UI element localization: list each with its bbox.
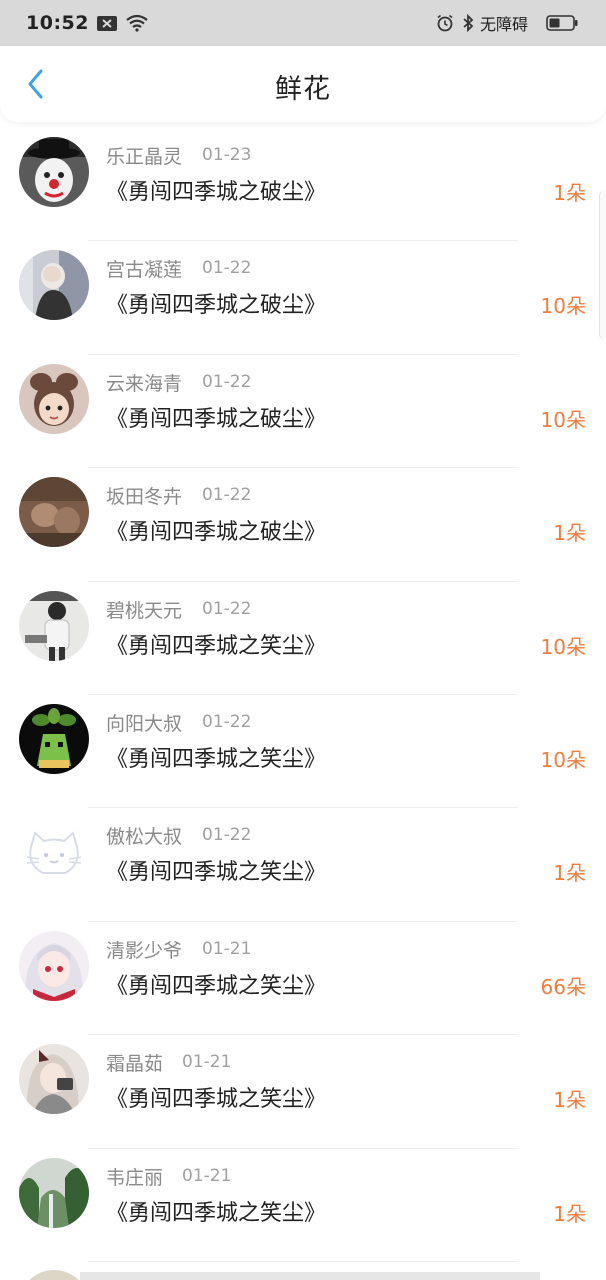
list-item[interactable]: 乐正晶灵 01-23 《勇闯四季城之破尘》 1朵: [0, 128, 606, 242]
flower-count: 10朵: [540, 634, 586, 659]
user-name: 霜晶茹: [106, 1053, 164, 1076]
flower-count: 1朵: [553, 1088, 586, 1113]
avatar[interactable]: [19, 1157, 89, 1228]
avatar[interactable]: [19, 477, 89, 548]
avatar[interactable]: [19, 1044, 89, 1115]
post-date: 01-22: [202, 485, 252, 506]
user-name: 碧桃天元: [106, 599, 183, 622]
flower-count: 1朵: [553, 181, 586, 205]
post-date: 01-23: [202, 145, 252, 165]
avatar[interactable]: [19, 137, 89, 207]
list-item[interactable]: 韦庄丽 01-21 《勇闯四季城之笑尘》 1朵: [0, 1149, 606, 1262]
post-title: 《勇闯四季城之破尘》: [106, 406, 327, 432]
flowers-screen: 10:52 无障碍 鲜花 乐正晶灵 01-23 《勇闯四季城之破尘》 1朵 宫古…: [0, 0, 606, 1280]
list-item[interactable]: 傲松大叔 01-22 《勇闯四季城之笑尘》 1朵: [0, 808, 606, 922]
post-date: 01-21: [182, 1165, 232, 1186]
post-title: 《勇闯四季城之笑尘》: [106, 860, 327, 886]
user-name: 韦庄丽: [106, 1166, 164, 1189]
user-name: 清影少爷: [106, 939, 183, 962]
flower-count: 10朵: [540, 407, 586, 432]
status-bar: 10:52 无障碍: [0, 0, 606, 46]
flower-list: 乐正晶灵 01-23 《勇闯四季城之破尘》 1朵 宫古凝莲 01-22 《勇闯四…: [0, 128, 606, 1262]
status-right: 无障碍: [428, 11, 578, 35]
post-title: 《勇闯四季城之笑尘》: [106, 1200, 327, 1226]
header: 鲜花: [0, 46, 606, 122]
post-date: 01-21: [182, 1052, 232, 1073]
flower-count: 1朵: [553, 521, 586, 546]
post-date: 01-22: [202, 371, 252, 392]
post-title: 《勇闯四季城之破尘》: [106, 293, 327, 319]
post-title: 《勇闯四季城之破尘》: [106, 520, 327, 546]
user-name: 宫古凝莲: [106, 259, 183, 282]
list-item[interactable]: 向阳大叔 01-22 《勇闯四季城之笑尘》 10朵: [0, 695, 606, 809]
status-left: 10:52: [26, 12, 149, 34]
list-item[interactable]: 清影少爷 01-21 《勇闯四季城之笑尘》 66朵: [0, 922, 606, 1036]
battery-icon: [546, 15, 578, 31]
user-name: 云来海青: [106, 372, 183, 395]
user-name: 乐正晶灵: [106, 146, 183, 168]
user-name: 坂田冬卉: [106, 486, 183, 509]
user-name: 傲松大叔: [106, 826, 183, 849]
list-item[interactable]: 霜晶茹 01-21 《勇闯四季城之笑尘》 1朵: [0, 1035, 606, 1149]
post-title: 《勇闯四季城之笑尘》: [106, 633, 327, 659]
post-date: 01-22: [202, 711, 252, 732]
list-item[interactable]: 云来海青 01-22 《勇闯四季城之破尘》 10朵: [0, 355, 606, 469]
avatar[interactable]: [19, 930, 89, 1001]
post-title: 《勇闯四季城之笑尘》: [106, 973, 327, 999]
avatar[interactable]: [19, 250, 89, 321]
post-title: 《勇闯四季城之破尘》: [106, 180, 327, 205]
text-placeholder: [80, 1272, 540, 1280]
flower-count: 10朵: [540, 747, 586, 772]
bluetooth-icon: [462, 14, 474, 32]
list-item-partial: [0, 1262, 606, 1280]
scroll-indicator[interactable]: [599, 190, 606, 340]
post-date: 01-22: [202, 825, 252, 846]
post-date: 01-21: [202, 938, 252, 959]
list-item[interactable]: 宫古凝莲 01-22 《勇闯四季城之破尘》 10朵: [0, 241, 606, 355]
avatar: [19, 1270, 89, 1280]
flower-count: 1朵: [553, 861, 586, 886]
flower-count: 10朵: [540, 294, 586, 319]
notification-x-icon: [96, 15, 117, 31]
flower-count: 1朵: [553, 1201, 586, 1226]
user-name: 向阳大叔: [106, 712, 183, 735]
list-item[interactable]: 坂田冬卉 01-22 《勇闯四季城之破尘》 1朵: [0, 468, 606, 582]
post-title: 《勇闯四季城之笑尘》: [106, 746, 327, 772]
flower-count: 66朵: [540, 974, 586, 999]
accessibility-label: 无障碍: [479, 15, 528, 34]
avatar[interactable]: [19, 590, 89, 661]
avatar[interactable]: [19, 363, 89, 434]
status-time: 10:52: [26, 12, 89, 34]
list-item[interactable]: 碧桃天元 01-22 《勇闯四季城之笑尘》 10朵: [0, 582, 606, 695]
post-date: 01-22: [202, 598, 252, 619]
post-title: 《勇闯四季城之笑尘》: [106, 1087, 327, 1113]
post-date: 01-22: [202, 258, 252, 279]
wifi-icon: [125, 14, 149, 32]
page-title: 鲜花: [275, 74, 331, 105]
avatar[interactable]: [19, 817, 89, 888]
avatar[interactable]: [19, 703, 89, 774]
alarm-icon: [436, 14, 454, 32]
